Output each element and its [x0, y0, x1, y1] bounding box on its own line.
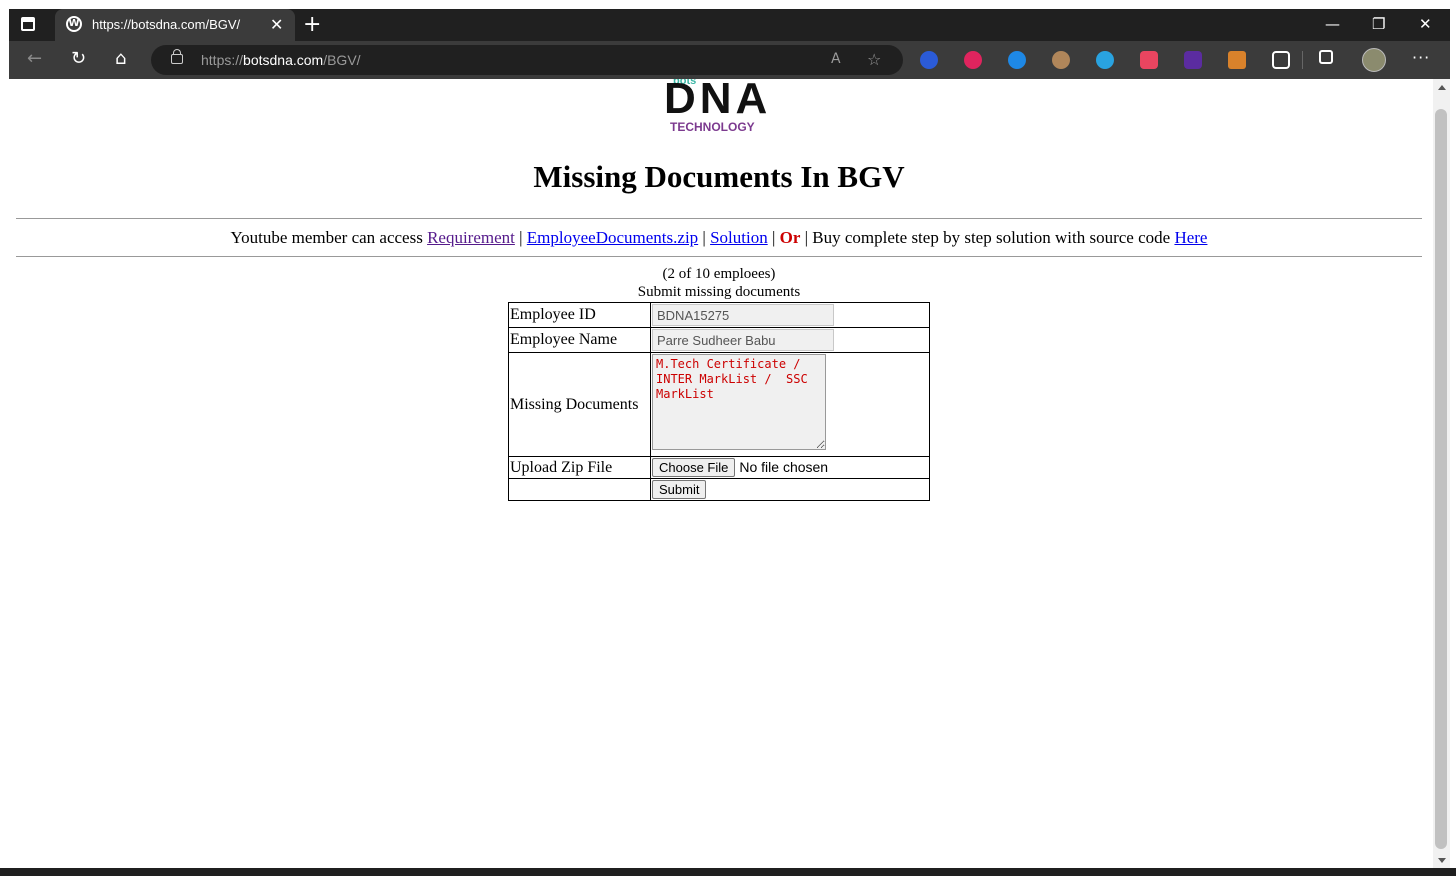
extension-icon-7[interactable]	[1184, 51, 1202, 69]
solution-link[interactable]: Solution	[710, 228, 768, 247]
page-title: Missing Documents In BGV	[533, 159, 905, 194]
tab-title: https://botsdna.com/BGV/	[92, 17, 241, 32]
screen-right-edge	[1450, 0, 1456, 876]
taskbar-strip	[0, 868, 1456, 876]
close-icon[interactable]: ✕	[270, 15, 283, 34]
extension-icon-4[interactable]	[1052, 51, 1070, 69]
back-icon[interactable]: ←	[27, 48, 42, 69]
extension-icon-5[interactable]	[1096, 51, 1114, 69]
toolbar-separator	[1302, 51, 1303, 69]
url-host: botsdna.com	[243, 52, 324, 68]
extension-icon-3[interactable]	[1008, 51, 1026, 69]
separator: |	[702, 228, 706, 247]
submit-heading: Submit missing documents	[637, 284, 801, 300]
documents-form: Employee ID Employee Name Missing Docume…	[508, 302, 930, 501]
lock-icon[interactable]	[171, 49, 183, 64]
more-icon[interactable]: ···	[1412, 48, 1430, 67]
vertical-scrollbar[interactable]	[1433, 79, 1450, 869]
upload-row: Upload Zip File Choose File No file chose…	[508, 456, 930, 479]
missing-documents-row: Missing Documents M.Tech Certificate / I…	[508, 352, 930, 457]
extension-icon-2[interactable]	[964, 51, 982, 69]
read-aloud-icon[interactable]: A	[831, 51, 841, 67]
tab-bar: W https://botsdna.com/BGV/ ✕ + — ❐ ✕	[9, 9, 1450, 41]
employee-id-row: Employee ID	[508, 302, 930, 328]
separator: |	[804, 228, 809, 247]
separator: |	[519, 228, 523, 247]
address-toolbar: ← ↻ ⌂ https://botsdna.com/BGV/ A ☆ ···	[9, 41, 1450, 79]
logo-technology-text: TECHNOLOGY	[670, 120, 755, 134]
intro-text: Youtube member can access	[230, 228, 423, 247]
url-path: /BGV/	[323, 52, 361, 68]
plus-icon[interactable]: +	[303, 12, 321, 37]
upload-label: Upload Zip File	[508, 456, 651, 479]
screen-left-edge	[0, 0, 9, 876]
access-links-line: Youtube member can access Requirement | …	[9, 228, 1429, 248]
employee-name-label: Employee Name	[508, 327, 651, 353]
address-bar[interactable]: https://botsdna.com/BGV/ A ☆	[151, 45, 903, 75]
employee-documents-link[interactable]: EmployeeDocuments.zip	[527, 228, 698, 247]
logo-dna-text: DNA	[664, 79, 772, 123]
choose-file-button[interactable]: Choose File	[652, 458, 736, 477]
tab-active[interactable]: W https://botsdna.com/BGV/ ✕	[55, 9, 295, 41]
or-text: Or	[779, 228, 801, 247]
submit-button[interactable]: Submit	[652, 480, 707, 499]
employee-id-field[interactable]	[652, 304, 834, 326]
file-status: No file chosen	[739, 459, 829, 475]
collections-icon[interactable]	[1319, 50, 1333, 64]
submit-row: Submit	[508, 478, 930, 501]
here-link[interactable]: Here	[1174, 228, 1207, 247]
divider-top	[16, 218, 1422, 219]
extension-icon-1[interactable]	[920, 51, 938, 69]
scroll-thumb[interactable]	[1435, 109, 1447, 849]
divider-bottom	[16, 256, 1422, 257]
url-text[interactable]: https://botsdna.com/BGV/	[201, 52, 361, 68]
reload-icon[interactable]: ↻	[71, 48, 86, 69]
separator: |	[771, 228, 776, 247]
employee-id-label: Employee ID	[508, 302, 651, 328]
scroll-down-arrow-icon[interactable]	[1438, 858, 1446, 863]
home-icon[interactable]: ⌂	[115, 48, 126, 69]
favorite-star-icon[interactable]: ☆	[867, 50, 881, 69]
wordpress-favicon-icon: W	[66, 16, 82, 32]
botsdna-logo[interactable]: bots DNA TECHNOLOGY	[664, 79, 774, 135]
extension-icon-6[interactable]	[1140, 51, 1158, 69]
missing-documents-textarea[interactable]: M.Tech Certificate / INTER MarkList / SS…	[652, 354, 826, 450]
employee-name-row: Employee Name	[508, 327, 930, 353]
employee-name-field[interactable]	[652, 329, 834, 351]
empty-cell	[508, 478, 651, 501]
requirement-link[interactable]: Requirement	[427, 228, 515, 247]
tab-actions-icon[interactable]	[21, 17, 35, 31]
page-viewport: bots DNA TECHNOLOGY Missing Documents In…	[9, 79, 1433, 869]
scroll-up-arrow-icon[interactable]	[1438, 85, 1446, 90]
employee-count: (2 of 10 emploees)	[662, 266, 776, 282]
missing-documents-label: Missing Documents	[508, 352, 651, 457]
restore-icon[interactable]: ❐	[1372, 15, 1385, 33]
url-scheme: https://	[201, 52, 244, 68]
extensions-puzzle-icon[interactable]	[1272, 51, 1290, 69]
buy-text: Buy complete step by step solution with …	[812, 228, 1171, 247]
browser-window: W https://botsdna.com/BGV/ ✕ + — ❐ ✕ ← ↻…	[9, 9, 1450, 869]
profile-avatar[interactable]	[1362, 48, 1386, 72]
extension-icon-8[interactable]	[1228, 51, 1246, 69]
window-close-icon[interactable]: ✕	[1419, 15, 1432, 33]
minimize-icon[interactable]: —	[1325, 15, 1340, 33]
